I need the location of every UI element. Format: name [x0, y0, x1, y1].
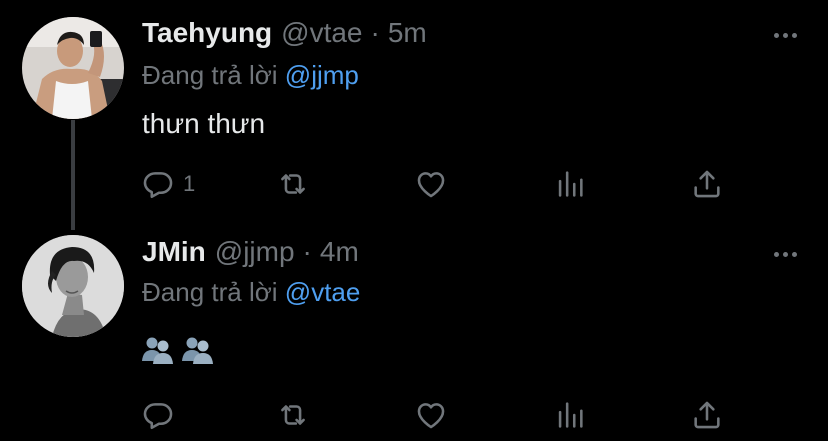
stats-icon: [558, 171, 583, 197]
replying-to: Đang trả lời @jjmp: [142, 60, 359, 91]
like-button[interactable]: [414, 166, 448, 202]
busts-in-silhouette-icon: [142, 337, 173, 364]
stats-button[interactable]: [553, 397, 587, 433]
timestamp[interactable]: 5m: [388, 17, 427, 49]
avatar[interactable]: [22, 235, 124, 337]
retweet-icon: [281, 405, 305, 425]
share-icon: [694, 401, 720, 429]
mention-link[interactable]: @vtae: [285, 277, 361, 307]
reply-icon: [143, 403, 173, 430]
replying-to-label: Đang trả lời: [142, 60, 278, 90]
tweet-header: Taehyung @vtae · 5m: [142, 17, 427, 53]
tweet[interactable]: JMin @jjmp · 4m Đang trả lời @vtae: [0, 225, 828, 441]
like-icon: [417, 172, 445, 198]
action-bar: 1: [0, 166, 828, 202]
tweet[interactable]: Taehyung @vtae · 5m Đang trả lời @jjmp t…: [0, 0, 828, 230]
display-name[interactable]: Taehyung: [142, 17, 272, 49]
busts-in-silhouette-icon: [182, 337, 213, 364]
separator: ·: [370, 17, 380, 48]
replying-to: Đang trả lời @vtae: [142, 277, 360, 308]
stats-icon: [558, 402, 583, 428]
separator: ·: [302, 236, 312, 267]
user-handle[interactable]: @jjmp: [215, 236, 295, 268]
retweet-icon: [281, 174, 305, 194]
action-bar: [0, 397, 828, 433]
display-name[interactable]: JMin: [142, 236, 206, 268]
share-icon: [694, 170, 720, 198]
user-handle[interactable]: @vtae: [281, 17, 362, 49]
reply-count: 1: [183, 171, 196, 196]
like-button[interactable]: [414, 397, 448, 433]
reply-icon: [143, 172, 173, 199]
tweet-header: JMin @jjmp · 4m: [142, 236, 359, 272]
share-button[interactable]: [690, 397, 724, 433]
more-icon[interactable]: [774, 30, 800, 40]
like-icon: [417, 403, 445, 429]
stats-button[interactable]: [553, 166, 587, 202]
reply-button[interactable]: 1: [141, 166, 195, 202]
mention-link[interactable]: @jjmp: [285, 60, 359, 90]
share-button[interactable]: [690, 166, 724, 202]
retweet-button[interactable]: [276, 166, 310, 202]
more-icon[interactable]: [774, 249, 800, 259]
retweet-button[interactable]: [276, 397, 310, 433]
tweet-text: thưn thưn: [142, 108, 266, 139]
tweet-emojis: [140, 335, 214, 365]
replying-to-label: Đang trả lời: [142, 277, 278, 307]
avatar[interactable]: [22, 17, 124, 119]
reply-button[interactable]: [141, 397, 183, 433]
timestamp[interactable]: 4m: [320, 236, 359, 268]
